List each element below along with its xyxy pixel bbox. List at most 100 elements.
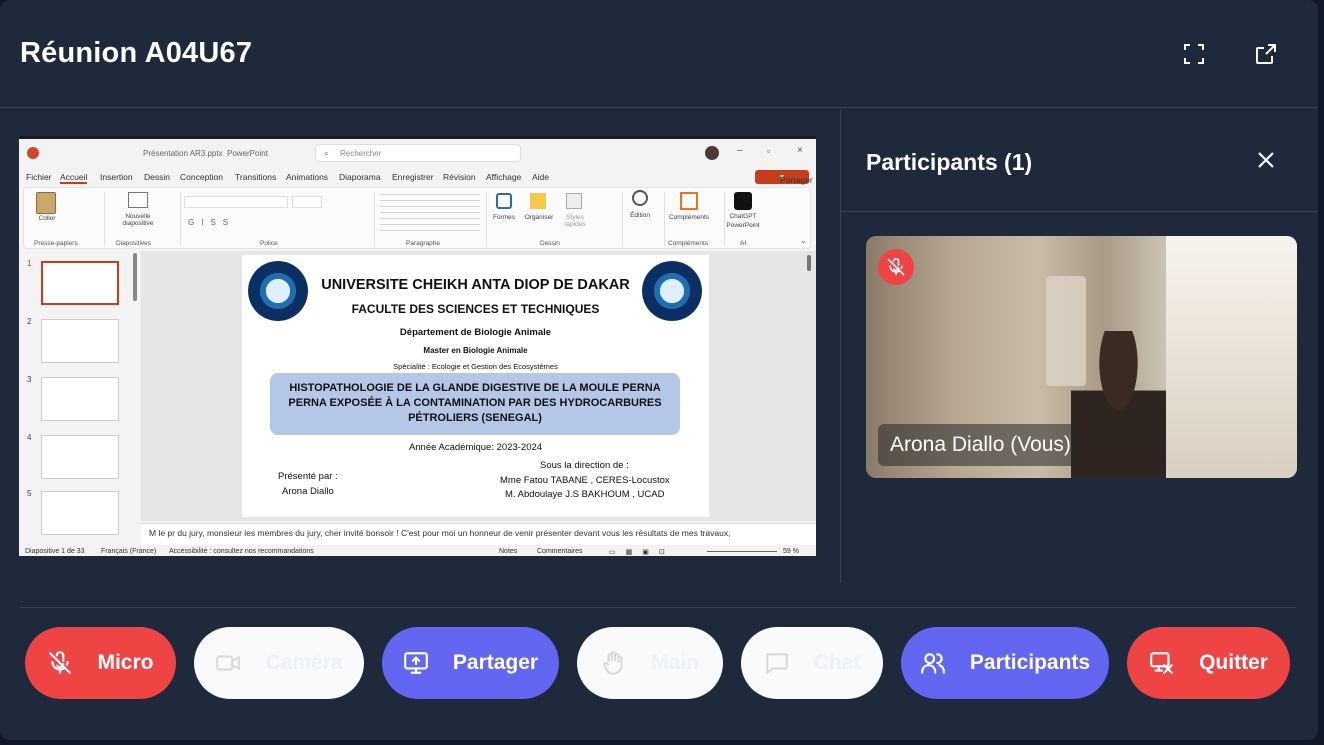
editor-scrollbar[interactable] bbox=[807, 255, 811, 271]
user-avatar[interactable] bbox=[705, 146, 719, 160]
thesis-title-line-2: PERNA EXPOSÉE À LA CONTAMINATION PAR DES… bbox=[288, 397, 662, 409]
group-slides: Diapositives bbox=[116, 240, 152, 247]
share-label: Partager bbox=[452, 651, 539, 674]
edit-label[interactable]: Édition bbox=[624, 212, 656, 219]
quit-button[interactable]: Quitter bbox=[1127, 627, 1290, 699]
menu-enregistrer[interactable]: Enregistrer bbox=[392, 172, 434, 182]
edit-search-icon[interactable] bbox=[632, 190, 648, 206]
status-slide-count: Diapositive 1 de 33 bbox=[25, 548, 85, 555]
current-slide[interactable]: UNIVERSITE CHEIKH ANTA DIOP DE DAKAR FAC… bbox=[242, 255, 709, 517]
menu-fichier[interactable]: Fichier bbox=[26, 172, 52, 182]
speaker-notes[interactable]: M le pr du jury, monsieur les membres du… bbox=[141, 523, 816, 545]
slide-direction-label: Sous la direction de : bbox=[540, 460, 629, 471]
search-box[interactable]: ⌕ Rechercher bbox=[315, 144, 521, 162]
quick-styles-label[interactable]: Styles rapides bbox=[560, 214, 590, 228]
slide-university: UNIVERSITE CHEIKH ANTA DIOP DE DAKAR bbox=[321, 277, 630, 293]
maximize-icon[interactable]: ▫ bbox=[767, 146, 770, 156]
camera-button[interactable]: Caméra bbox=[194, 627, 364, 699]
panel-header: Participants (1) bbox=[841, 109, 1318, 212]
group-ai: AI bbox=[740, 240, 747, 247]
chatgpt-icon[interactable] bbox=[734, 192, 752, 210]
search-icon: ⌕ bbox=[324, 148, 330, 158]
slide-thumbnail[interactable] bbox=[41, 435, 119, 479]
app-name: PowerPoint bbox=[227, 149, 268, 158]
close-icon[interactable]: × bbox=[797, 145, 803, 156]
status-comments[interactable]: Commentaires bbox=[537, 548, 583, 555]
thesis-title-line-1: HISTOPATHOLOGIE DE LA GLANDE DIGESTIVE D… bbox=[289, 382, 661, 394]
addins-icon[interactable] bbox=[680, 192, 698, 210]
ribbon-separator bbox=[374, 192, 375, 246]
menu-animations[interactable]: Animations bbox=[286, 172, 328, 182]
meeting-title: Réunion A04U67 bbox=[20, 37, 253, 69]
participant-video[interactable]: Arona Diallo (Vous) bbox=[866, 236, 1297, 478]
chatgpt-label[interactable]: ChatGPT PowerPoint bbox=[724, 212, 762, 230]
camera-icon bbox=[216, 655, 241, 671]
external-link-icon bbox=[1256, 44, 1276, 64]
zoom-slider[interactable] bbox=[707, 551, 777, 552]
group-font: Police bbox=[260, 240, 278, 247]
thumbnails-scrollbar[interactable] bbox=[133, 253, 137, 301]
font-size-dropdown[interactable] bbox=[292, 196, 322, 208]
slide-presented-by: Présenté par : bbox=[278, 471, 338, 482]
menu-conception[interactable]: Conception bbox=[180, 172, 223, 182]
close-panel-button[interactable] bbox=[1253, 147, 1279, 173]
menu-insertion[interactable]: Insertion bbox=[100, 172, 133, 182]
users-icon bbox=[920, 653, 945, 674]
slide-thesis-title: HISTOPATHOLOGIE DE LA GLANDE DIGESTIVE D… bbox=[270, 373, 680, 435]
font-name-dropdown[interactable] bbox=[184, 196, 288, 208]
status-language: Français (France) bbox=[101, 548, 157, 555]
menu-affichage[interactable]: Affichage bbox=[486, 172, 521, 182]
new-slide-label[interactable]: Nouvelle diapositive bbox=[114, 213, 162, 227]
slide-thumbnail[interactable] bbox=[41, 491, 119, 535]
font-format-icons[interactable]: GISS bbox=[188, 218, 235, 227]
paragraph-icons[interactable] bbox=[380, 194, 480, 234]
menu-dessin[interactable]: Dessin bbox=[144, 172, 170, 182]
group-paragraph: Paragraphe bbox=[406, 240, 440, 247]
thumb-number: 4 bbox=[27, 433, 32, 442]
slide-speciality: Spécialité : Ecologie et Gestion des Eco… bbox=[393, 362, 558, 371]
micro-button[interactable]: Micro bbox=[25, 627, 176, 699]
slide-thumbnail[interactable] bbox=[41, 319, 119, 363]
status-notes[interactable]: Notes bbox=[499, 548, 517, 555]
participants-button[interactable]: Participants bbox=[901, 627, 1109, 699]
addins-label[interactable]: Compléments bbox=[664, 214, 714, 221]
view-buttons[interactable]: ▭▦▣⊡ bbox=[609, 548, 675, 556]
slide-editor: UNIVERSITE CHEIKH ANTA DIOP DE DAKAR FAC… bbox=[141, 251, 816, 521]
thumb-number: 1 bbox=[27, 259, 32, 268]
menu-revision[interactable]: Révision bbox=[443, 172, 476, 182]
leave-icon bbox=[1150, 652, 1173, 674]
status-accessibility[interactable]: Accessibilité : consultez nos recommanda… bbox=[169, 548, 314, 555]
shapes-icon[interactable] bbox=[496, 193, 512, 209]
slide-thumbnail[interactable] bbox=[41, 261, 119, 305]
slide-thumbnail[interactable] bbox=[41, 377, 119, 421]
group-clipboard: Presse-papiers bbox=[34, 240, 78, 247]
menu-accueil[interactable]: Accueil bbox=[60, 172, 88, 184]
ppt-share-button[interactable]: Partager ▾ bbox=[755, 170, 813, 185]
status-zoom[interactable]: 59 % bbox=[783, 548, 799, 555]
footer-divider bbox=[20, 607, 1296, 608]
shapes-label[interactable]: Formes bbox=[486, 214, 522, 221]
chat-icon bbox=[765, 653, 788, 676]
arrange-icon[interactable] bbox=[530, 193, 546, 209]
hand-button[interactable]: Main bbox=[577, 627, 723, 699]
fullscreen-button[interactable] bbox=[1178, 38, 1210, 70]
arrange-label[interactable]: Organiser bbox=[520, 214, 558, 221]
paste-icon[interactable] bbox=[36, 192, 56, 214]
screen-share-area: Présentation AR3.pptx PowerPoint ⌕ Reche… bbox=[0, 109, 840, 583]
new-slide-icon[interactable] bbox=[128, 192, 148, 208]
chat-button[interactable]: Chat bbox=[741, 627, 883, 699]
ribbon-collapse-icon[interactable]: ⌄ bbox=[800, 236, 807, 245]
powerpoint-titlebar: Présentation AR3.pptx PowerPoint ⌕ Reche… bbox=[19, 139, 816, 167]
quick-styles-icon[interactable] bbox=[566, 193, 582, 209]
menu-diaporama[interactable]: Diaporama bbox=[339, 172, 381, 182]
hand-icon bbox=[603, 651, 623, 675]
paste-label[interactable]: Coller bbox=[32, 215, 62, 222]
thumb-number: 5 bbox=[27, 489, 32, 498]
share-button[interactable]: Partager bbox=[382, 627, 559, 699]
menu-aide[interactable]: Aide bbox=[532, 172, 549, 182]
slide-supervisor-2: M. Abdoulaye J.S BAKHOUM , UCAD bbox=[505, 489, 665, 500]
popout-button[interactable] bbox=[1250, 38, 1282, 70]
menu-transitions[interactable]: Transitions bbox=[235, 172, 276, 182]
slide-thumbnails: 1 2 3 4 5 bbox=[19, 251, 141, 543]
minimize-icon[interactable]: – bbox=[737, 145, 743, 156]
